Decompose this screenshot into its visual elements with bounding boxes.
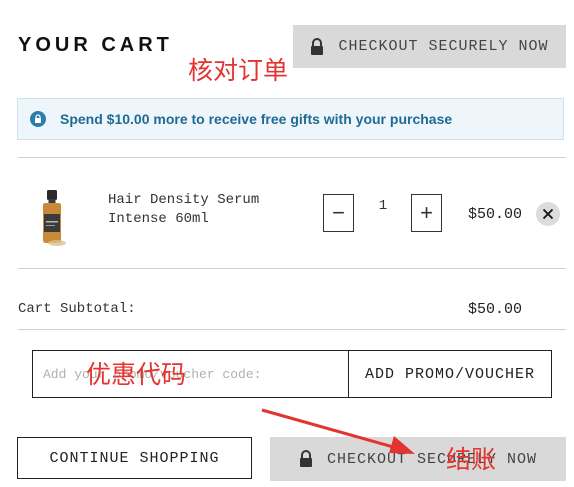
divider: [18, 329, 566, 330]
checkout-bottom-button[interactable]: CHECKOUT SECURELY NOW: [270, 437, 566, 481]
checkout-top-label: CHECKOUT SECURELY NOW: [338, 38, 549, 55]
lock-icon: [299, 450, 313, 468]
annotation-checkout: 结账: [446, 445, 497, 474]
annotation-promo-code: 优惠代码: [86, 360, 187, 389]
close-icon: [542, 208, 554, 220]
subtotal-value: $50.00: [468, 301, 523, 318]
annotation-review-order: 核对订单: [188, 56, 289, 85]
quantity-value: 1: [378, 198, 388, 214]
banner-text: Spend $10.00 more to receive free gifts …: [60, 111, 453, 127]
continue-shopping-button[interactable]: CONTINUE SHOPPING: [17, 437, 252, 479]
info-icon: [30, 111, 46, 127]
divider: [18, 157, 566, 158]
page-title: YOUR CART: [18, 34, 173, 56]
quantity-decrement-button[interactable]: −: [323, 194, 354, 232]
item-price: $50.00: [468, 206, 523, 223]
remove-item-button[interactable]: [536, 202, 560, 226]
divider: [18, 268, 566, 269]
lock-icon: [310, 37, 324, 56]
quantity-increment-button[interactable]: +: [411, 194, 442, 232]
promo-code-input[interactable]: [32, 350, 349, 398]
free-gift-banner: Spend $10.00 more to receive free gifts …: [17, 98, 564, 140]
product-image: [35, 188, 69, 248]
add-promo-button[interactable]: ADD PROMO/VOUCHER: [348, 350, 552, 398]
product-name[interactable]: Hair Density Serum Intense 60ml: [108, 191, 298, 229]
subtotal-label: Cart Subtotal:: [18, 301, 136, 317]
checkout-top-button[interactable]: CHECKOUT SECURELY NOW: [293, 25, 566, 68]
checkout-bottom-label: CHECKOUT SECURELY NOW: [326, 450, 538, 468]
